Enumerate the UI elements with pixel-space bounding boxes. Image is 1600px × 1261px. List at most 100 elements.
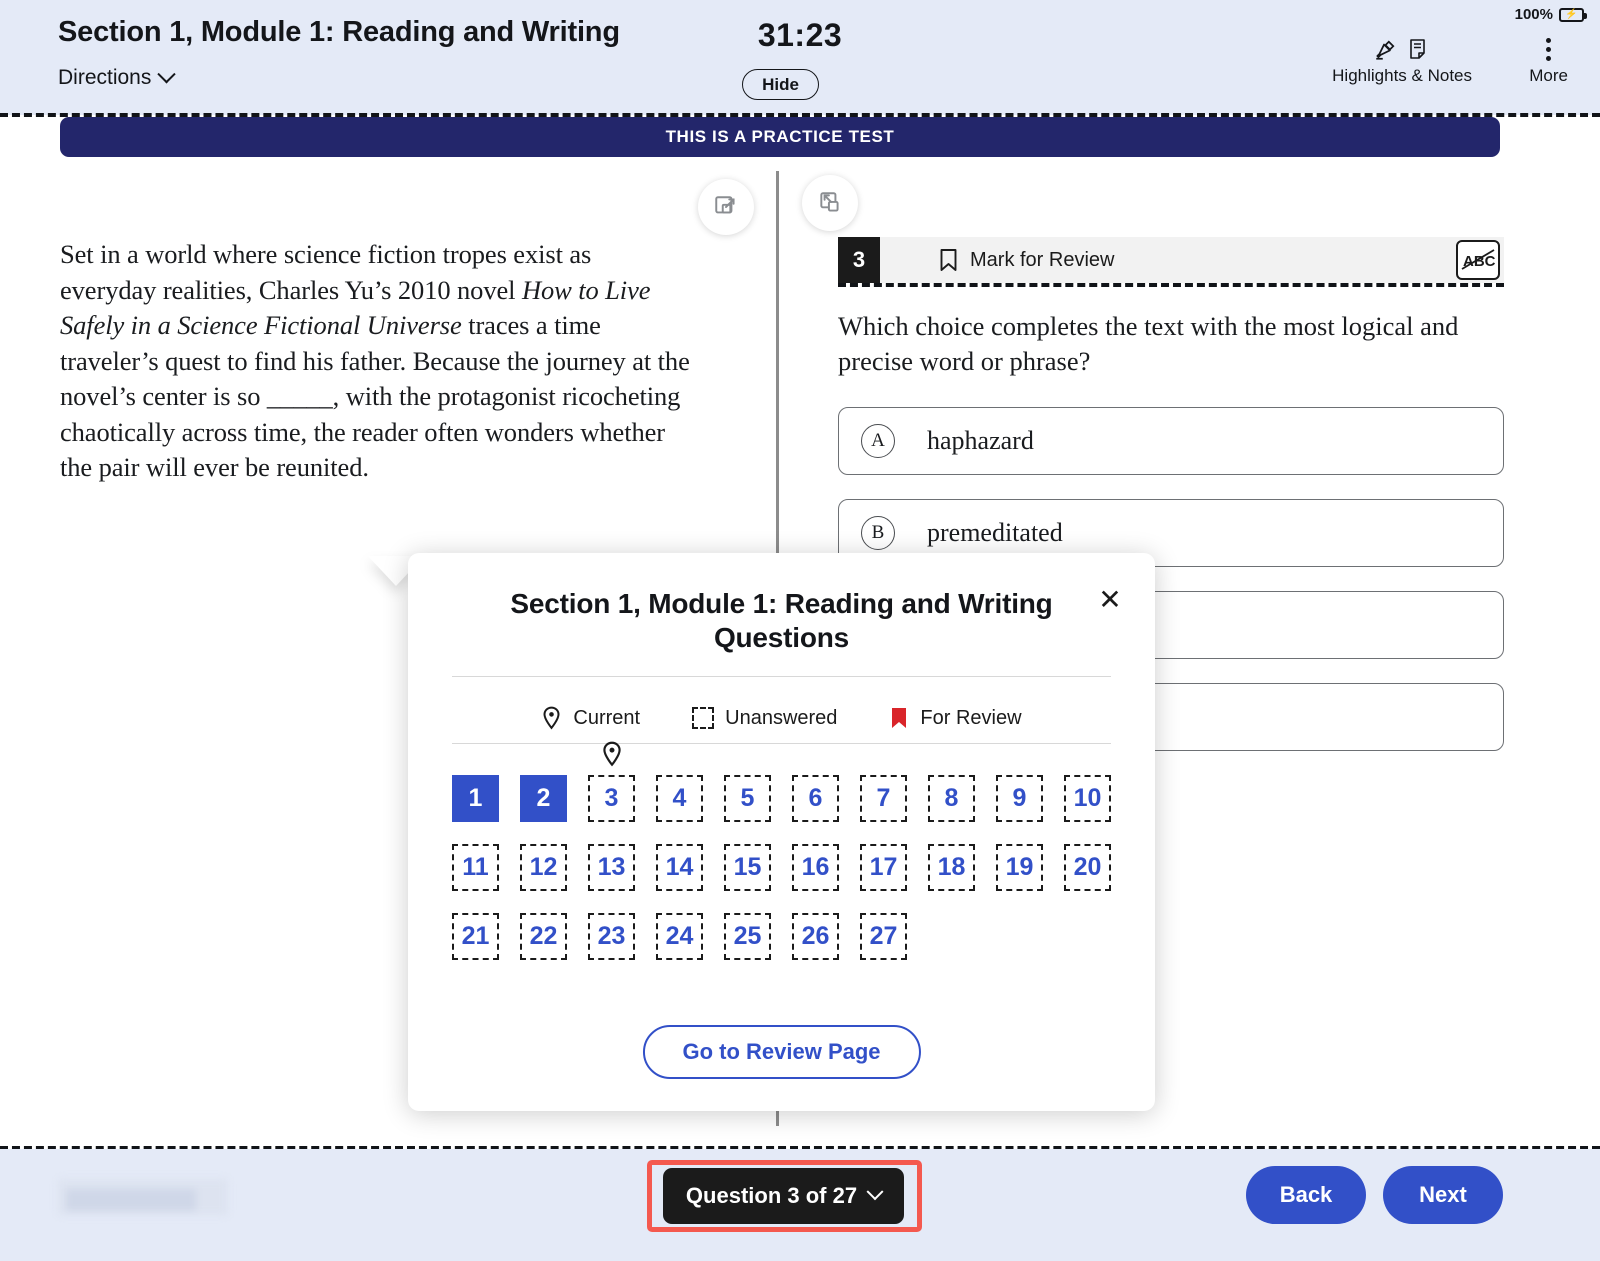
question-cell-25[interactable]: 25	[724, 913, 771, 960]
svg-text:ABC: ABC	[1463, 253, 1496, 270]
question-number-badge: 3	[838, 237, 880, 283]
question-navigator-modal: Section 1, Module 1: Reading and Writing…	[408, 553, 1155, 1111]
test-app-window: Section 1, Module 1: Reading and Writing…	[0, 0, 1600, 1261]
question-cell-label: 10	[1073, 784, 1102, 812]
question-cell-label: 7	[876, 784, 891, 812]
next-button[interactable]: Next	[1383, 1166, 1503, 1224]
question-cell-label: 18	[937, 853, 966, 881]
location-pin-icon	[543, 706, 560, 730]
directions-label: Directions	[58, 66, 152, 89]
student-name-redacted	[58, 1179, 228, 1215]
expand-out-icon	[715, 196, 735, 214]
question-cell-26[interactable]: 26	[792, 913, 839, 960]
abc-strikethrough-icon: ABC	[1461, 249, 1496, 270]
question-header: 3 Mark for Review ABC	[838, 237, 1504, 283]
question-cell-27[interactable]: 27	[860, 913, 907, 960]
question-cell-4[interactable]: 4	[656, 775, 703, 822]
mark-for-review-button[interactable]: Mark for Review	[938, 248, 1114, 272]
expand-question-button[interactable]	[802, 175, 858, 231]
more-options-button[interactable]: More	[1529, 34, 1568, 86]
go-to-review-page-button[interactable]: Go to Review Page	[642, 1025, 921, 1079]
question-navigator-button[interactable]: Question 3 of 27	[663, 1168, 904, 1224]
modal-divider-bottom	[452, 743, 1111, 744]
choice-text-a: haphazard	[927, 425, 1034, 455]
question-cell-label: 22	[529, 922, 558, 950]
question-cell-3[interactable]: 3	[588, 741, 635, 822]
question-cell-label: 3	[604, 784, 619, 812]
question-cell-5[interactable]: 5	[724, 775, 771, 822]
question-cell-15[interactable]: 15	[724, 844, 771, 891]
current-pin-icon	[602, 741, 621, 767]
question-cell-label: 9	[1012, 784, 1027, 812]
legend-unanswered-label: Unanswered	[725, 706, 838, 729]
question-cell-22[interactable]: 22	[520, 913, 567, 960]
question-cell-9[interactable]: 9	[996, 775, 1043, 822]
question-cell-8[interactable]: 8	[928, 775, 975, 822]
question-cell-7[interactable]: 7	[860, 775, 907, 822]
question-cell-10[interactable]: 10	[1064, 775, 1111, 822]
question-cell-label: 19	[1005, 853, 1034, 881]
legend-for-review: For Review	[889, 706, 1022, 730]
practice-test-banner: THIS IS A PRACTICE TEST	[60, 117, 1500, 157]
question-cell-23[interactable]: 23	[588, 913, 635, 960]
question-cell-label: 13	[597, 853, 626, 881]
directions-toggle[interactable]: Directions	[58, 64, 177, 90]
question-cell-label: 8	[944, 784, 959, 812]
question-cell-12[interactable]: 12	[520, 844, 567, 891]
review-flag-icon	[892, 708, 907, 728]
question-cell-label: 2	[536, 784, 551, 812]
question-cell-17[interactable]: 17	[860, 844, 907, 891]
question-cell-1[interactable]: 1	[452, 775, 499, 822]
question-cell-label: 5	[740, 784, 755, 812]
expand-in-icon	[820, 192, 839, 212]
expand-passage-button[interactable]	[698, 179, 754, 235]
legend-unanswered: Unanswered	[692, 707, 837, 730]
question-cell-24[interactable]: 24	[656, 913, 703, 960]
question-cell-11[interactable]: 11	[452, 844, 499, 891]
question-cell-16[interactable]: 16	[792, 844, 839, 891]
question-cell-label: 20	[1073, 853, 1102, 881]
modal-legend: Current Unanswered For Review	[452, 693, 1111, 743]
question-cell-label: 27	[869, 922, 898, 950]
question-cell-label: 23	[597, 922, 626, 950]
legend-for-review-label: For Review	[920, 706, 1022, 729]
question-cell-label: 21	[461, 922, 490, 950]
question-cell-20[interactable]: 20	[1064, 844, 1111, 891]
question-cell-label: 4	[672, 784, 687, 812]
choice-letter-b: B	[861, 515, 895, 550]
chevron-down-icon	[866, 1183, 884, 1201]
more-vertical-icon	[1529, 34, 1568, 64]
highlighter-icon	[1376, 40, 1395, 60]
cross-out-abc-button[interactable]: ABC	[1456, 240, 1500, 280]
question-cell-13[interactable]: 13	[588, 844, 635, 891]
modal-title: Section 1, Module 1: Reading and Writing…	[510, 588, 1053, 654]
top-bar: Section 1, Module 1: Reading and Writing…	[0, 0, 1600, 115]
passage-text: Set in a world where science fiction tro…	[60, 237, 690, 486]
hide-timer-button[interactable]: Hide	[742, 69, 819, 100]
choice-letter-a: A	[861, 423, 895, 458]
highlights-and-notes-button[interactable]: Highlights & Notes	[1332, 34, 1472, 86]
mark-for-review-label: Mark for Review	[970, 248, 1115, 271]
question-cell-18[interactable]: 18	[928, 844, 975, 891]
answer-choice-a[interactable]: A haphazard	[838, 406, 1504, 475]
question-cell-label: 14	[665, 853, 694, 881]
question-cell-label: 17	[869, 853, 898, 881]
question-cell-label: 15	[733, 853, 762, 881]
question-cell-21[interactable]: 21	[452, 913, 499, 960]
close-icon[interactable]: ✕	[1093, 583, 1127, 617]
highlights-notes-label: Highlights & Notes	[1332, 66, 1472, 85]
modal-divider-top	[452, 676, 1111, 677]
highlights-notes-icon-group	[1332, 34, 1472, 64]
back-button[interactable]: Back	[1246, 1166, 1366, 1224]
bookmark-icon	[940, 249, 957, 271]
question-cell-19[interactable]: 19	[996, 844, 1043, 891]
legend-current-label: Current	[573, 706, 641, 729]
question-cell-label: 26	[801, 922, 830, 950]
legend-current: Current	[541, 706, 640, 730]
question-cell-6[interactable]: 6	[792, 775, 839, 822]
more-label: More	[1529, 66, 1568, 85]
question-cell-14[interactable]: 14	[656, 844, 703, 891]
question-cell-2[interactable]: 2	[520, 775, 567, 822]
dashed-square-icon	[692, 707, 715, 729]
chevron-down-icon	[157, 64, 177, 83]
